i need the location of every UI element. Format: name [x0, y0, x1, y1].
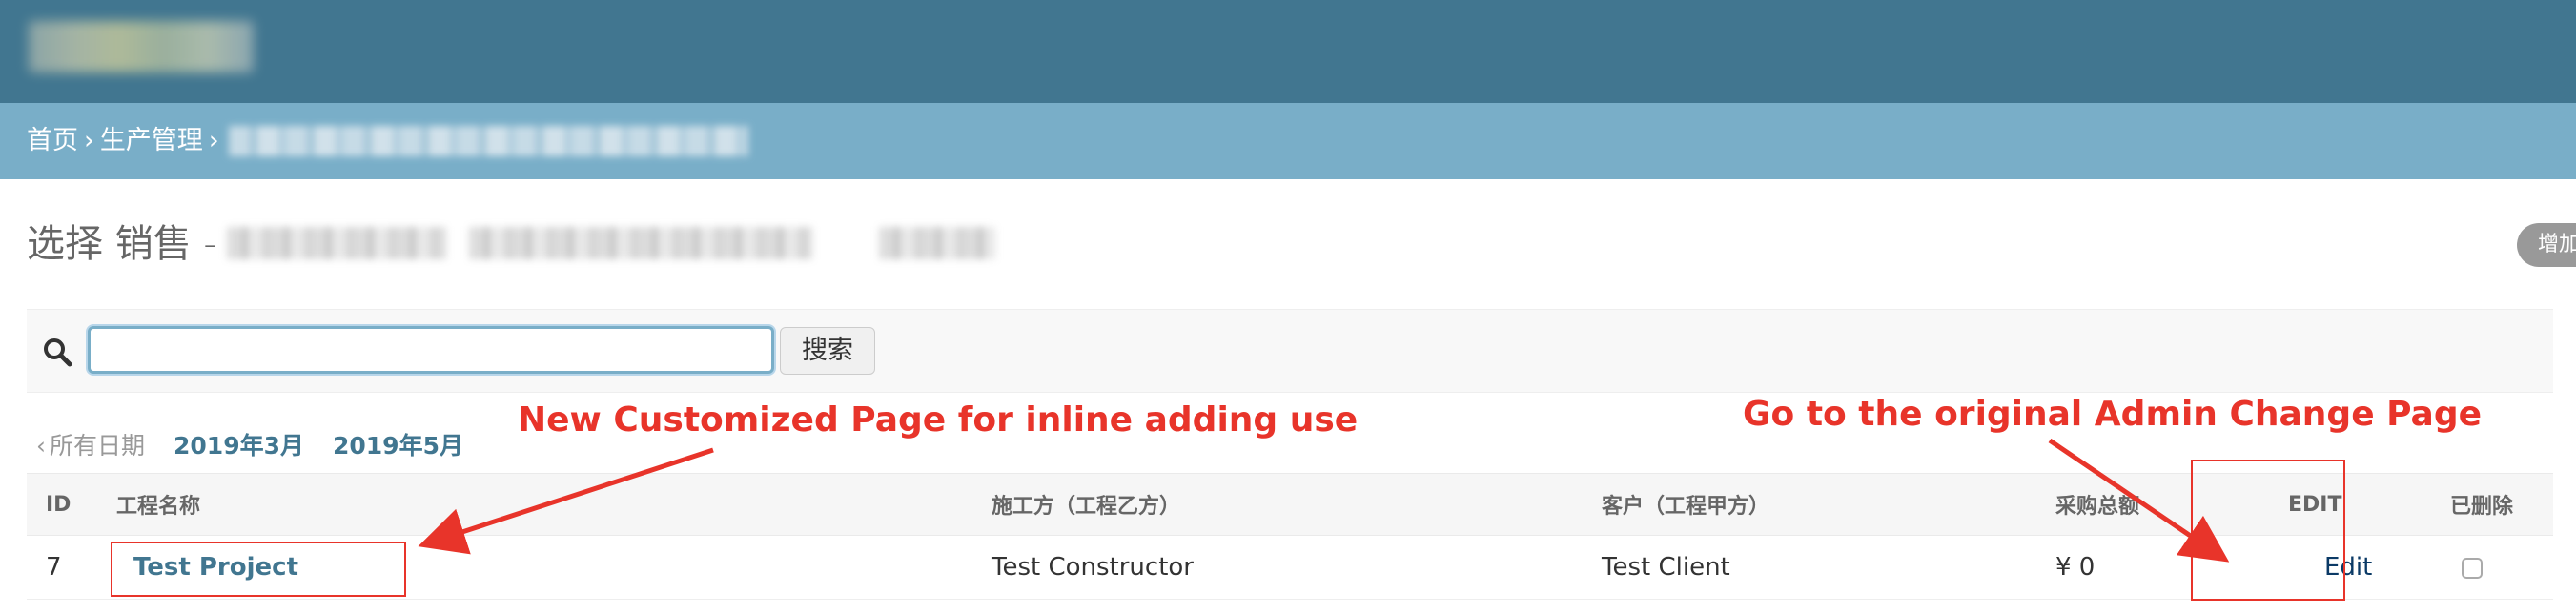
- page-title: 选择 销售 -: [27, 222, 217, 266]
- column-header-id[interactable]: ID: [27, 473, 97, 536]
- page-title-blurred-part: [469, 227, 812, 259]
- breadcrumb-current-blurred: [229, 126, 748, 156]
- search-toolbar: 搜索: [27, 309, 2553, 393]
- cell-constructor: Test Constructor: [972, 535, 1583, 600]
- column-header-name[interactable]: 工程名称: [97, 473, 972, 536]
- date-link-2019-03[interactable]: 2019年3月: [174, 432, 304, 460]
- search-icon: [44, 338, 72, 367]
- site-name-blurred[interactable]: [29, 21, 254, 72]
- page-title-blurred-part: [879, 227, 995, 259]
- breadcrumb-home[interactable]: 首页: [27, 126, 78, 155]
- annotation-left-text: New Customized Page for inline adding us…: [518, 400, 1359, 440]
- date-back-label: 所有日期: [50, 432, 146, 460]
- page-title-wrap: 选择 销售 -: [27, 217, 217, 271]
- column-header-deleted[interactable]: 已删除: [2431, 473, 2553, 536]
- chevron-left-icon: ‹: [36, 432, 46, 460]
- date-back-link[interactable]: ‹ 所有日期: [36, 432, 145, 460]
- site-header: [0, 0, 2576, 103]
- cell-deleted: [2431, 535, 2553, 600]
- table-header-row: ID 工程名称 施工方（工程乙方） 客户（工程甲方） 采购总额 EDIT 已删除: [27, 473, 2553, 536]
- search-input[interactable]: [88, 326, 774, 374]
- page-title-blurred-part: [227, 227, 446, 259]
- deleted-checkbox[interactable]: [2462, 557, 2483, 579]
- breadcrumb: 首页 › 生产管理 ›: [0, 103, 2576, 179]
- breadcrumb-section[interactable]: 生产管理: [100, 126, 203, 155]
- annotation-box-project: [111, 542, 406, 597]
- annotation-right-text: Go to the original Admin Change Page: [1743, 395, 2483, 434]
- column-header-client[interactable]: 客户（工程甲方）: [1583, 473, 2036, 536]
- add-button[interactable]: 增加: [2517, 223, 2576, 267]
- breadcrumb-separator: ›: [208, 126, 219, 155]
- cell-client: Test Client: [1583, 535, 2036, 600]
- column-header-constructor[interactable]: 施工方（工程乙方）: [972, 473, 1583, 536]
- date-hierarchy: ‹ 所有日期 2019年3月 2019年5月: [36, 427, 492, 465]
- search-button[interactable]: 搜索: [780, 327, 875, 375]
- date-link-2019-05[interactable]: 2019年5月: [333, 432, 463, 460]
- cell-id: 7: [27, 535, 97, 600]
- annotation-box-edit: [2191, 460, 2345, 601]
- breadcrumb-separator: ›: [84, 126, 94, 155]
